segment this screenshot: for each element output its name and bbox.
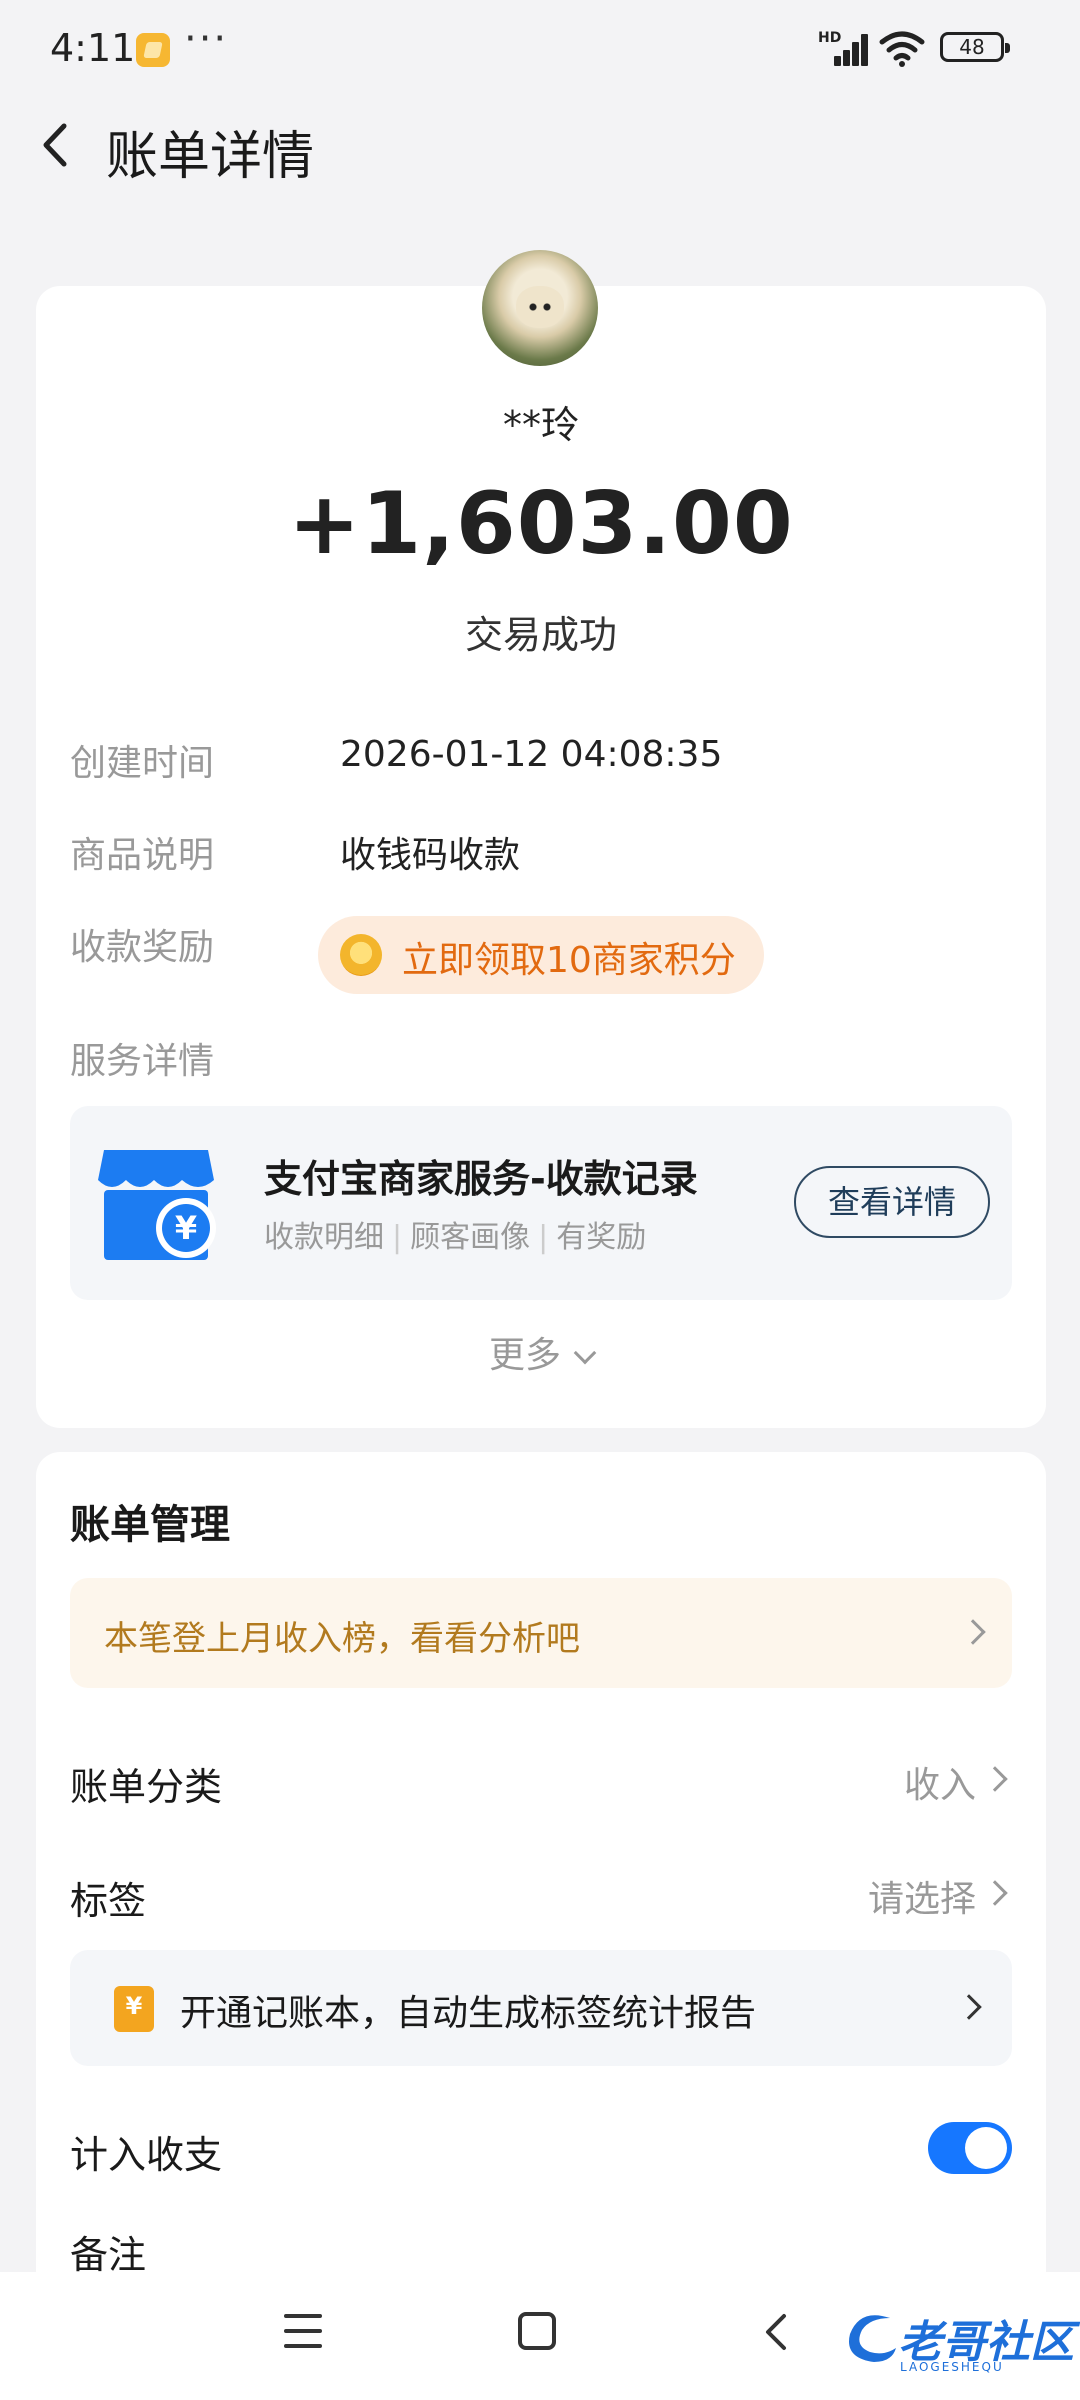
bill-management-card: 账单管理 本笔登上月收入榜，看看分析吧 账单分类 收入 标签 请选择 ¥ 开通记… xyxy=(36,1452,1046,2277)
watermark-subtext: LAOGESHEQU xyxy=(900,2360,1004,2374)
income-analysis-text: 本笔登上月收入榜，看看分析吧 xyxy=(104,1619,580,1659)
merchant-service-card[interactable]: ¥ 支付宝商家服务-收款记录 收款明细 | 顾客画像 | 有奖励 查看详情 xyxy=(70,1106,1012,1300)
wifi-icon xyxy=(879,31,925,67)
chevron-right-icon xyxy=(982,1880,1008,1906)
battery-level: 48 xyxy=(959,35,985,59)
ledger-ticket-icon: ¥ xyxy=(114,1986,154,2032)
cell-signal-icon xyxy=(820,30,868,66)
more-button[interactable]: 更多 xyxy=(36,1326,1046,1378)
notification-app-icon xyxy=(136,33,170,67)
tag-label: 标签 xyxy=(70,1879,147,1923)
service-sub-items: 收款明细 | 顾客画像 | 有奖励 xyxy=(264,1212,646,1256)
include-in-budget-label: 计入收支 xyxy=(70,2133,223,2177)
view-details-button[interactable]: 查看详情 xyxy=(794,1166,990,1238)
page-header: 账单详情 xyxy=(0,100,1080,190)
ledger-ticket-symbol: ¥ xyxy=(125,1992,143,2020)
system-nav-bar: 老哥社区 LAOGESHEQU xyxy=(0,2272,1080,2400)
recent-apps-icon[interactable] xyxy=(284,2314,322,2348)
status-time: 4:11 xyxy=(50,26,136,70)
service-title: 支付宝商家服务-收款记录 xyxy=(264,1157,698,1201)
svg-text:¥: ¥ xyxy=(175,1209,197,1247)
battery-icon: 48 xyxy=(940,32,1010,62)
claim-reward-button[interactable]: 立即领取10商家积分 xyxy=(318,916,764,994)
service-sub-item: 顾客画像 xyxy=(410,1220,531,1255)
bill-category-label: 账单分类 xyxy=(70,1765,223,1809)
transaction-status: 交易成功 xyxy=(464,613,617,657)
created-time-label: 创建时间 xyxy=(70,743,215,784)
merchant-shop-icon: ¥ xyxy=(98,1150,216,1260)
section-title: 账单管理 xyxy=(70,1502,230,1548)
more-label: 更多 xyxy=(488,1335,561,1376)
tag-value: 请选择 xyxy=(867,1879,976,1920)
chevron-down-icon xyxy=(573,1341,597,1365)
dragon-logo-icon xyxy=(849,2315,896,2362)
home-icon[interactable] xyxy=(518,2312,556,2350)
product-desc-value: 收钱码收款 xyxy=(340,835,521,876)
service-sub-item: 收款明细 xyxy=(264,1220,384,1255)
claim-reward-text: 立即领取10商家积分 xyxy=(402,940,736,981)
chevron-right-icon xyxy=(982,1766,1008,1792)
reward-label: 收款奖励 xyxy=(70,927,215,968)
coin-icon xyxy=(340,934,382,976)
bill-category-value: 收入 xyxy=(903,1765,976,1806)
chevron-right-icon xyxy=(956,1994,982,2020)
open-ledger-text: 开通记账本，自动生成标签统计报告 xyxy=(180,1993,757,2034)
service-sub-item: 有奖励 xyxy=(556,1220,647,1255)
transaction-amount: +1,603.00 xyxy=(288,474,794,574)
note-label: 备注 xyxy=(70,2233,147,2277)
product-desc-label: 商品说明 xyxy=(70,835,215,876)
open-ledger-banner[interactable]: ¥ 开通记账本，自动生成标签统计报告 xyxy=(70,1950,1012,2066)
payer-name: **玲 xyxy=(502,403,579,447)
status-bar: 4:11 ··· HD 48 xyxy=(0,0,1080,100)
include-in-budget-toggle[interactable] xyxy=(928,2122,1012,2174)
nav-back-icon[interactable] xyxy=(760,2312,792,2352)
transaction-card: **玲 +1,603.00 交易成功 创建时间 2026-01-12 04:08… xyxy=(36,286,1046,1428)
back-arrow-icon[interactable] xyxy=(34,120,78,170)
chevron-right-icon xyxy=(960,1619,986,1645)
page-title: 账单详情 xyxy=(106,127,315,187)
created-time-value: 2026-01-12 04:08:35 xyxy=(340,734,723,775)
divider: | xyxy=(538,1220,549,1255)
more-notifications-icon: ··· xyxy=(184,16,229,62)
income-analysis-banner[interactable]: 本笔登上月收入榜，看看分析吧 xyxy=(70,1578,1012,1688)
payer-avatar[interactable] xyxy=(482,250,598,366)
watermark-logo: 老哥社区 LAOGESHEQU xyxy=(840,2302,1074,2382)
divider: | xyxy=(392,1220,403,1255)
service-details-label: 服务详情 xyxy=(70,1041,215,1082)
